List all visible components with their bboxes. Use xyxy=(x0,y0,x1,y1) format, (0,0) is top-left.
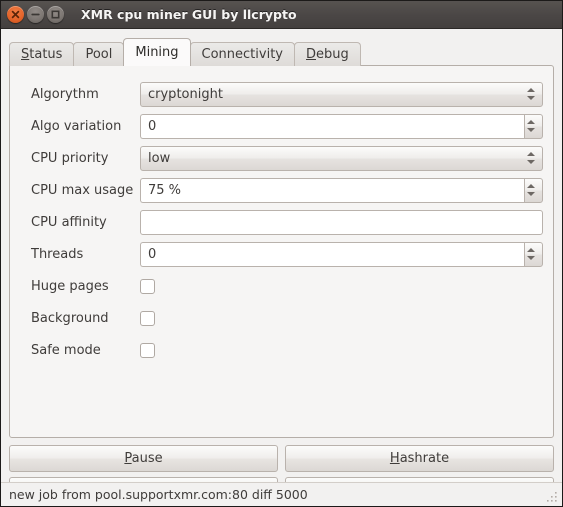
safe-mode-checkbox[interactable] xyxy=(140,342,155,358)
safe-mode-label: Safe mode xyxy=(31,342,101,358)
pause-button[interactable]: Pause xyxy=(9,445,278,472)
cpu-priority-value: low xyxy=(148,150,171,166)
minimize-button[interactable] xyxy=(27,6,44,23)
action-button-row-1: Pause Hashrate xyxy=(9,445,554,472)
cpu-max-usage-spinner[interactable]: 75 % xyxy=(140,177,543,203)
tab-status-label: tatus xyxy=(29,47,63,62)
maximize-icon xyxy=(51,10,60,19)
mining-settings-form: Algorythm cryptonight Algo variation 0 C… xyxy=(22,78,543,366)
close-icon xyxy=(11,10,20,19)
cpu-affinity-input[interactable] xyxy=(140,209,543,235)
tab-strip: Status Pool Mining Connectivity Debug xyxy=(9,38,361,66)
row-algo-variation: Algo variation 0 xyxy=(22,110,543,142)
tab-pool[interactable]: Pool xyxy=(73,42,125,66)
row-safe-mode: Safe mode xyxy=(22,334,543,366)
threads-value[interactable]: 0 xyxy=(140,241,524,267)
hashrate-button[interactable]: Hashrate xyxy=(285,445,554,472)
threads-stepper[interactable] xyxy=(524,241,543,267)
cpu-priority-combobox[interactable]: low xyxy=(140,145,543,171)
mining-tab-panel: Algorythm cryptonight Algo variation 0 C… xyxy=(9,65,554,438)
resize-grip-icon[interactable] xyxy=(545,490,559,504)
huge-pages-label: Huge pages xyxy=(31,278,109,294)
chevron-updown-icon xyxy=(525,243,536,266)
threads-spinner[interactable]: 0 xyxy=(140,241,543,267)
row-cpu-max-usage: CPU max usage 75 % xyxy=(22,174,543,206)
algo-variation-value[interactable]: 0 xyxy=(140,113,524,139)
chevron-updown-icon xyxy=(525,83,536,106)
tab-mining-label: Mining xyxy=(135,45,179,60)
maximize-button[interactable] xyxy=(47,6,64,23)
pause-mnemonic: P xyxy=(124,451,132,466)
tab-connectivity[interactable]: Connectivity xyxy=(189,42,295,66)
title-bar: XMR cpu miner GUI by llcrypto xyxy=(1,1,562,29)
chevron-updown-icon xyxy=(525,115,536,138)
minimize-icon xyxy=(31,13,40,16)
tab-status[interactable]: Status xyxy=(9,42,75,66)
algorythm-combobox[interactable]: cryptonight xyxy=(140,81,543,107)
algorythm-value: cryptonight xyxy=(148,86,223,102)
status-bar: new job from pool.supportxmr.com:80 diff… xyxy=(1,482,562,506)
application-window: XMR cpu miner GUI by llcrypto Status Poo… xyxy=(0,0,563,507)
algo-variation-spinner[interactable]: 0 xyxy=(140,113,543,139)
cpu-affinity-label: CPU affinity xyxy=(31,214,107,230)
algo-variation-stepper[interactable] xyxy=(524,113,543,139)
tab-pool-label: Pool xyxy=(85,47,113,62)
pause-label: ause xyxy=(131,451,163,466)
threads-label: Threads xyxy=(31,246,84,262)
cpu-priority-label: CPU priority xyxy=(31,150,109,166)
tab-debug-mnemonic: D xyxy=(306,47,317,62)
background-checkbox[interactable] xyxy=(140,310,155,326)
background-label: Background xyxy=(31,310,109,326)
row-huge-pages: Huge pages xyxy=(22,270,543,302)
chevron-updown-icon xyxy=(525,147,536,170)
chevron-updown-icon xyxy=(525,179,536,202)
window-title: XMR cpu miner GUI by llcrypto xyxy=(81,7,297,22)
cpu-max-usage-value[interactable]: 75 % xyxy=(140,177,524,203)
row-algorythm: Algorythm cryptonight xyxy=(22,78,543,110)
status-message: new job from pool.supportxmr.com:80 diff… xyxy=(9,487,308,502)
row-threads: Threads 0 xyxy=(22,238,543,270)
tab-debug[interactable]: Debug xyxy=(294,42,361,66)
tab-connectivity-label: Connectivity xyxy=(201,47,283,62)
huge-pages-checkbox[interactable] xyxy=(140,278,155,294)
client-area: Status Pool Mining Connectivity Debug Al… xyxy=(1,29,562,506)
row-background: Background xyxy=(22,302,543,334)
cpu-max-usage-stepper[interactable] xyxy=(524,177,543,203)
algorythm-label: Algorythm xyxy=(31,86,99,102)
hashrate-mnemonic: H xyxy=(389,451,400,466)
row-cpu-affinity: CPU affinity xyxy=(22,206,543,238)
close-button[interactable] xyxy=(7,6,24,23)
tab-debug-label: ebug xyxy=(316,47,349,62)
tab-mining[interactable]: Mining xyxy=(123,38,191,66)
algo-variation-label: Algo variation xyxy=(31,118,122,134)
hashrate-label: ashrate xyxy=(399,451,450,466)
row-cpu-priority: CPU priority low xyxy=(22,142,543,174)
cpu-max-usage-label: CPU max usage xyxy=(31,182,134,198)
